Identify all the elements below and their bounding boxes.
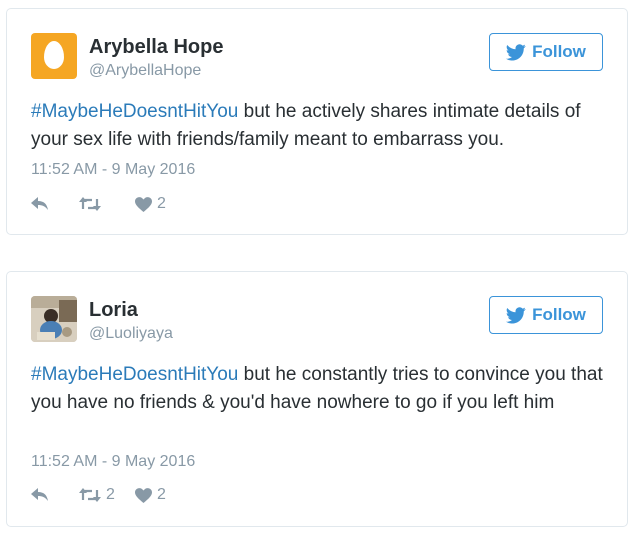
- tweet-card: Loria @Luoliyaya Follow #MaybeHeDoesntHi…: [6, 271, 628, 527]
- hashtag-link[interactable]: #MaybeHeDoesntHitYou: [31, 364, 238, 385]
- user-photo-icon: [31, 296, 77, 342]
- retweet-icon: [79, 197, 101, 211]
- retweet-count: 2: [106, 486, 115, 503]
- avatar[interactable]: [31, 33, 77, 79]
- heart-icon: [135, 196, 152, 212]
- user-handle[interactable]: @ArybellaHope: [89, 62, 201, 80]
- tweet-text: #MaybeHeDoesntHitYou but he constantly t…: [31, 361, 605, 417]
- retweet-button[interactable]: 2: [79, 486, 135, 504]
- like-button[interactable]: 2: [135, 486, 185, 504]
- like-count: 2: [157, 195, 166, 212]
- reply-arrow-icon: [31, 197, 48, 210]
- tweet-text: #MaybeHeDoesntHitYou but he actively sha…: [31, 98, 605, 154]
- hashtag-link[interactable]: #MaybeHeDoesntHitYou: [31, 101, 238, 122]
- follow-button[interactable]: Follow: [489, 296, 603, 334]
- tweet-timestamp[interactable]: 11:52 AM - 9 May 2016: [31, 453, 195, 471]
- retweet-icon: [79, 488, 101, 502]
- reply-arrow-icon: [31, 488, 48, 501]
- follow-button-label: Follow: [532, 42, 586, 61]
- twitter-bird-icon: [506, 306, 526, 324]
- tweet-card: Arybella Hope @ArybellaHope Follow #Mayb…: [6, 8, 628, 235]
- follow-button-label: Follow: [532, 305, 586, 324]
- like-count: 2: [157, 486, 166, 503]
- avatar[interactable]: [31, 296, 77, 342]
- retweet-button[interactable]: [79, 197, 135, 211]
- display-name[interactable]: Loria: [89, 299, 138, 322]
- user-handle[interactable]: @Luoliyaya: [89, 325, 173, 343]
- tweet-actions: 2: [31, 195, 185, 213]
- display-name[interactable]: Arybella Hope: [89, 36, 223, 59]
- reply-button[interactable]: [31, 488, 79, 502]
- like-button[interactable]: 2: [135, 195, 185, 213]
- reply-button[interactable]: [31, 197, 79, 211]
- tweet-timestamp[interactable]: 11:52 AM - 9 May 2016: [31, 161, 195, 179]
- heart-icon: [135, 487, 152, 503]
- egg-icon: [44, 41, 64, 69]
- follow-button[interactable]: Follow: [489, 33, 603, 71]
- tweet-actions: 2 2: [31, 486, 185, 504]
- twitter-bird-icon: [506, 43, 526, 61]
